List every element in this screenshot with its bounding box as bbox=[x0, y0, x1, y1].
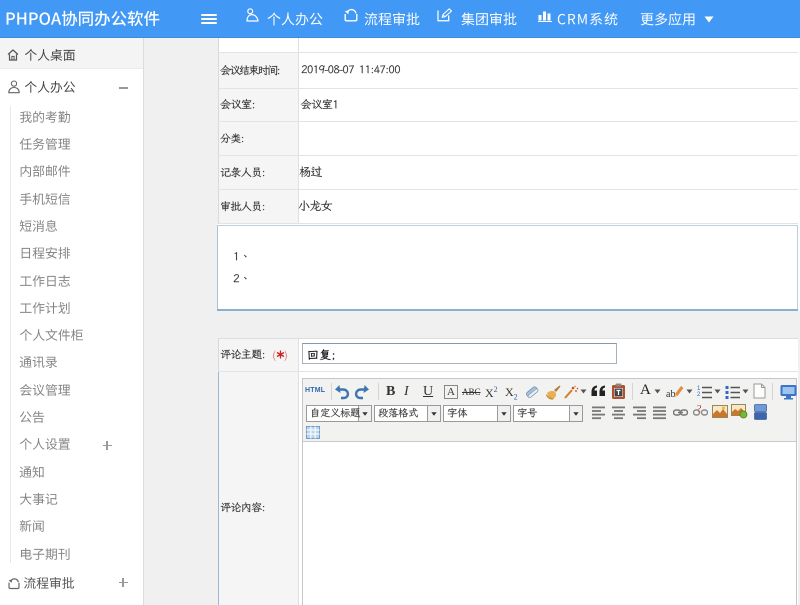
svg-text:?: ? bbox=[697, 404, 702, 415]
svg-text:2: 2 bbox=[697, 392, 701, 398]
svg-text:ab: ab bbox=[666, 389, 675, 400]
